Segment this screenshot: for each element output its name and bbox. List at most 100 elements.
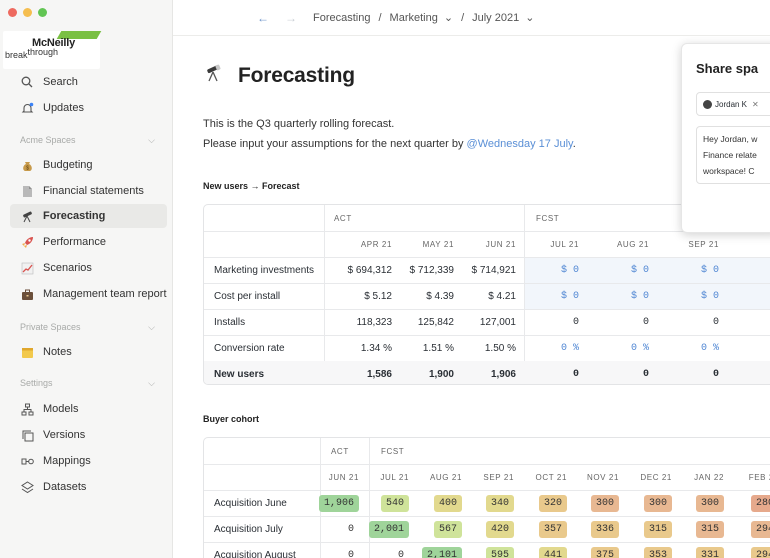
page-header: Forecasting	[204, 63, 355, 89]
forecast-input-cell[interactable]: $ 0	[589, 283, 649, 309]
section-acme-spaces[interactable]: Acme Spaces ⌵	[20, 135, 155, 146]
sidebar-item-label: Datasets	[43, 481, 87, 493]
sidebar-item-management-team-report[interactable]: Management team report	[20, 283, 167, 305]
forecast-value-cell: 0	[642, 316, 649, 328]
sidebar-item-mappings[interactable]: Mappings	[20, 450, 91, 472]
fcst-group-header: FCST	[536, 213, 560, 223]
act-value-cell: $ 4.21	[488, 290, 516, 302]
share-dialog: Share spa Jordan K ✕ Hey Jordan, w Finan…	[681, 43, 770, 233]
chevron-down-icon[interactable]: ⌄	[525, 11, 534, 24]
sidebar-item-financial-statements[interactable]: Financial statements	[20, 180, 144, 202]
minimize-window-button[interactable]	[23, 8, 32, 17]
cohort-cell[interactable]: 280	[719, 490, 770, 516]
back-arrow-icon[interactable]: ←	[257, 11, 269, 25]
cohort-cell[interactable]: 595	[454, 542, 514, 558]
sidebar-item-datasets[interactable]: Datasets	[20, 476, 86, 498]
sidebar-search[interactable]: Search	[20, 71, 78, 93]
act-value-cell: 1.51 %	[422, 342, 454, 354]
sidebar-item-label: Models	[43, 403, 79, 415]
rocket-icon	[20, 235, 34, 249]
share-message-field[interactable]: Hey Jordan, w Finance relate workspace! …	[696, 126, 770, 184]
cohort-cell[interactable]: 375	[559, 542, 619, 558]
cohort-cell[interactable]: 320	[507, 490, 567, 516]
cohort-cell[interactable]: 540	[349, 490, 409, 516]
table2-title: Buyer cohort	[203, 414, 260, 424]
cohort-cell[interactable]: 0	[349, 542, 409, 558]
cohort-cell[interactable]: 336	[559, 516, 619, 542]
cohort-cell[interactable]: 300	[664, 490, 724, 516]
forecast-value-cell: 0	[572, 368, 579, 380]
breadcrumb-forecasting[interactable]: Forecasting	[313, 12, 370, 24]
sidebar-item-label: Management team report	[43, 288, 167, 300]
cohort-cell[interactable]: 567	[402, 516, 462, 542]
forecast-input-cell[interactable]: $ 0	[589, 257, 649, 283]
cohort-cell[interactable]: 2,101	[402, 542, 462, 558]
chevron-down-icon[interactable]: ⌄	[444, 11, 453, 24]
sidebar-item-performance[interactable]: Performance	[20, 231, 106, 253]
date-mention-link[interactable]: @Wednesday 17 July	[467, 138, 573, 150]
close-window-button[interactable]	[8, 8, 17, 17]
act-value-cell: 127,001	[479, 316, 516, 328]
telescope-icon	[20, 209, 34, 223]
section-private-spaces[interactable]: Private Spaces ⌵	[20, 322, 155, 333]
cohort-cell[interactable]: 294	[719, 516, 770, 542]
sidebar-item-versions[interactable]: Versions	[20, 424, 85, 446]
cohort-cell[interactable]: 300	[559, 490, 619, 516]
workspace-logo[interactable]: McNeilly breakthrough	[3, 31, 102, 69]
forward-arrow-icon[interactable]: →	[285, 11, 297, 25]
row-label: Conversion rate	[214, 342, 285, 354]
month-header: SEP 21	[483, 472, 514, 482]
sidebar-item-label: Forecasting	[43, 210, 106, 222]
fcst-group-header: FCST	[381, 446, 405, 456]
month-header: JUL 21	[550, 239, 579, 249]
section-private-label: Private Spaces	[20, 322, 81, 332]
row-label: Acquisition July	[214, 523, 283, 535]
cohort-cell[interactable]: 331	[664, 542, 724, 558]
sidebar-item-label: Performance	[43, 236, 106, 248]
month-header: AUG 21	[429, 472, 462, 482]
sidebar-updates[interactable]: Updates	[20, 97, 84, 119]
act-value-cell: $ 694,312	[347, 264, 393, 276]
sidebar-item-label: Scenarios	[43, 262, 92, 274]
forecast-input-cell[interactable]: $ 0	[659, 257, 719, 283]
cohort-cell[interactable]: 340	[454, 490, 514, 516]
zoom-window-button[interactable]	[38, 8, 47, 17]
forecast-input-cell[interactable]: $ 0	[519, 283, 579, 309]
act-value-cell: 1,900	[428, 368, 454, 380]
breadcrumb-marketing[interactable]: Marketing	[390, 12, 438, 24]
act-value-cell: $ 714,921	[471, 264, 517, 276]
section-settings[interactable]: Settings ⌵	[20, 378, 155, 389]
bell-icon	[20, 101, 34, 115]
sidebar-item-forecasting[interactable]: Forecasting	[20, 205, 105, 227]
row-label: Acquisition August	[214, 549, 296, 558]
sidebar-item-budgeting[interactable]: $ Budgeting	[20, 154, 93, 176]
recipient-token[interactable]: Jordan K ✕	[696, 92, 770, 116]
act-group-header: ACT	[331, 446, 349, 456]
logo-text-break: break	[5, 50, 28, 60]
cohort-cell[interactable]: 294	[719, 542, 770, 558]
document-icon	[20, 184, 34, 198]
cohort-cell[interactable]: 357	[507, 516, 567, 542]
cohort-cell[interactable]: 315	[664, 516, 724, 542]
month-header: SEP 21	[688, 239, 719, 249]
cohort-cell[interactable]: 353	[612, 542, 672, 558]
cohort-cell[interactable]: 300	[612, 490, 672, 516]
cohort-cell[interactable]: 400	[402, 490, 462, 516]
sidebar-item-notes[interactable]: Notes	[20, 341, 72, 363]
app-window: McNeilly breakthrough Search Updates Acm…	[0, 0, 770, 558]
breadcrumb-month[interactable]: July 2021	[472, 12, 519, 24]
cohort-cell[interactable]: 2,001	[349, 516, 409, 542]
forecast-input-cell[interactable]: $ 0	[519, 257, 579, 283]
sidebar-item-label: Mappings	[43, 455, 91, 467]
cohort-cell[interactable]: 441	[507, 542, 567, 558]
cohort-cell[interactable]: 315	[612, 516, 672, 542]
sidebar-search-label: Search	[43, 76, 78, 88]
sidebar-item-scenarios[interactable]: Scenarios	[20, 257, 92, 279]
sidebar-item-models[interactable]: Models	[20, 398, 78, 420]
cohort-cell[interactable]: 420	[454, 516, 514, 542]
page-description: This is the Q3 quarterly rolling forecas…	[203, 118, 395, 130]
forecast-input-cell[interactable]: $ 0	[659, 283, 719, 309]
act-value-cell: $ 712,339	[409, 264, 455, 276]
remove-recipient-icon[interactable]: ✕	[752, 100, 759, 109]
row-label: New users	[214, 368, 265, 380]
